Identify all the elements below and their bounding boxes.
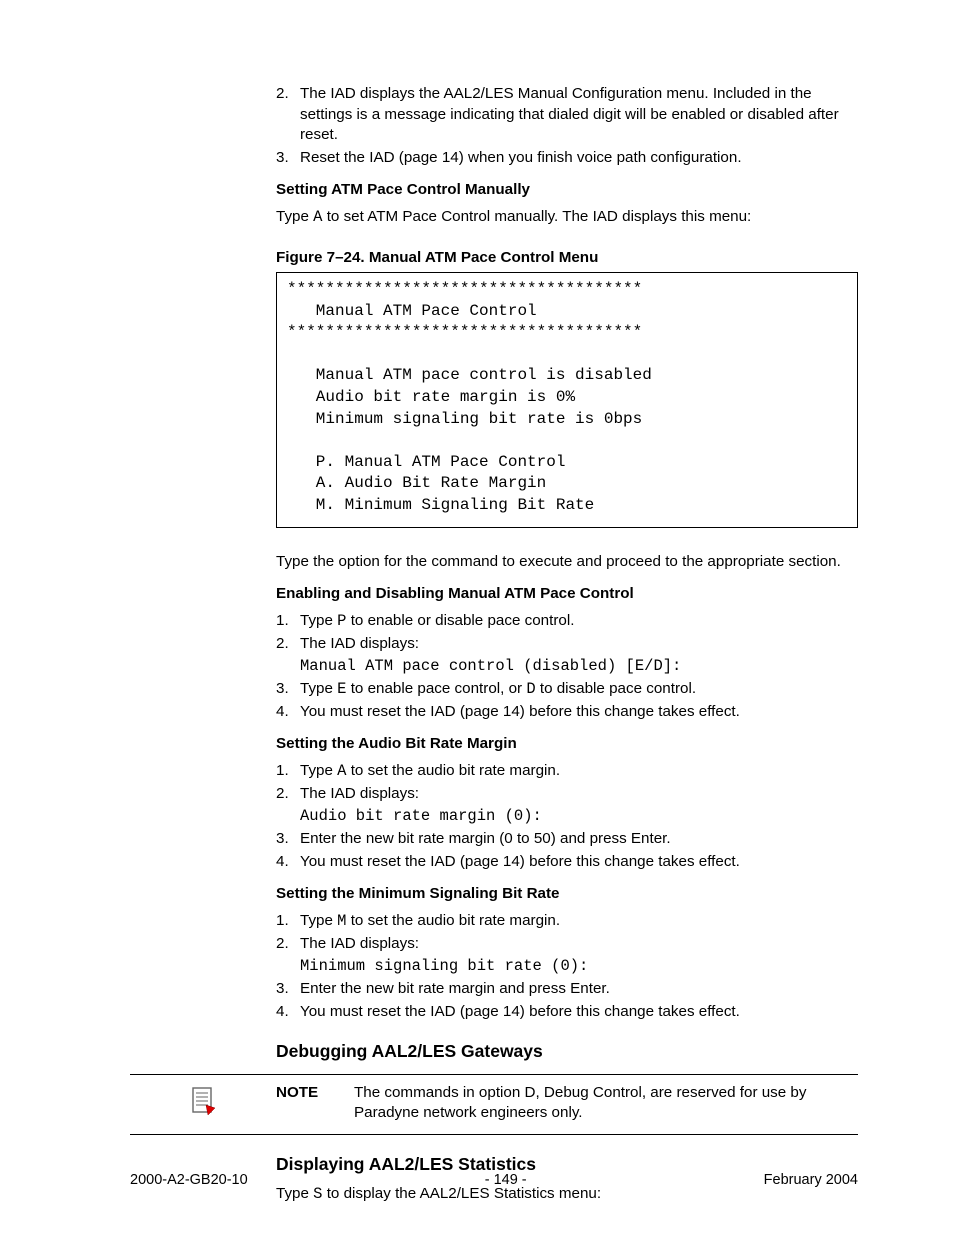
code-key: D [526,680,535,698]
list-item: 1. Type A to set the audio bit rate marg… [276,761,858,782]
list-number: 1. [276,911,300,932]
list-item: 4. You must reset the IAD (page 14) befo… [276,702,858,723]
list-text: The IAD displays: Minimum signaling bit … [300,934,858,977]
list-item: 2. The IAD displays: Audio bit rate marg… [276,784,858,827]
text: The IAD displays: [300,635,419,652]
text: to enable pace control, or [346,680,526,697]
code-output: Audio bit rate margin (0): [300,806,858,827]
list-text: Reset the IAD (page 14) when you finish … [300,148,858,169]
list-item: 3. Enter the new bit rate margin and pre… [276,979,858,1000]
list-number: 3. [276,979,300,1000]
list-item: 4. You must reset the IAD (page 14) befo… [276,1002,858,1023]
code-box-menu: ************************************* Ma… [276,272,858,528]
text: to set ATM Pace Control manually. The IA… [322,208,751,225]
list-number: 2. [276,84,300,146]
note-label: NOTE [276,1083,354,1104]
paragraph: Type A to set ATM Pace Control manually.… [276,207,858,228]
text: to disable pace control. [536,680,696,697]
list-text: You must reset the IAD (page 14) before … [300,1002,858,1023]
list-number: 2. [276,784,300,827]
heading-enable-disable: Enabling and Disabling Manual ATM Pace C… [276,584,858,605]
footer-doc-id: 2000-A2-GB20-10 [130,1171,248,1191]
list-text: The IAD displays the AAL2/LES Manual Con… [300,84,858,146]
text: Type [300,680,337,697]
list-number: 4. [276,1002,300,1023]
code-output: Manual ATM pace control (disabled) [E/D]… [300,656,858,677]
list-text: Type M to set the audio bit rate margin. [300,911,858,932]
list-item: 3. Enter the new bit rate margin (0 to 5… [276,829,858,850]
text: The IAD displays: [300,785,419,802]
list-text: Type P to enable or disable pace control… [300,611,858,632]
list-text: Enter the new bit rate margin and press … [300,979,858,1000]
list-number: 4. [276,852,300,873]
list-text: Type A to set the audio bit rate margin. [300,761,858,782]
text: Type [276,208,313,225]
text: to set the audio bit rate margin. [346,762,560,779]
heading-debugging: Debugging AAL2/LES Gateways [276,1040,858,1064]
list-item: 1. Type P to enable or disable pace cont… [276,611,858,632]
note-icon [188,1085,218,1117]
list-number: 4. [276,702,300,723]
text: to set the audio bit rate margin. [346,912,560,929]
list-item: 3. Type E to enable pace control, or D t… [276,679,858,700]
heading-audio: Setting the Audio Bit Rate Margin [276,734,858,755]
list-text: The IAD displays: Audio bit rate margin … [300,784,858,827]
list-number: 3. [276,829,300,850]
list-text: Type E to enable pace control, or D to d… [300,679,858,700]
list-number: 2. [276,634,300,677]
list-number: 3. [276,679,300,700]
text: Type [300,612,337,629]
list-item: 1. Type M to set the audio bit rate marg… [276,911,858,932]
text: to enable or disable pace control. [346,612,574,629]
paragraph: Type the option for the command to execu… [276,552,858,573]
list-text: You must reset the IAD (page 14) before … [300,702,858,723]
text: Type [300,762,337,779]
heading-min-signaling: Setting the Minimum Signaling Bit Rate [276,884,858,905]
text: The IAD displays: [300,935,419,952]
list-number: 1. [276,761,300,782]
note-text: The commands in option D, Debug Control,… [354,1083,858,1124]
code-output: Minimum signaling bit rate (0): [300,956,858,977]
list-number: 3. [276,148,300,169]
list-number: 2. [276,934,300,977]
list-item: 4. You must reset the IAD (page 14) befo… [276,852,858,873]
footer-page-number: - 149 - [485,1171,527,1191]
list-item: 2. The IAD displays: Minimum signaling b… [276,934,858,977]
list-number: 1. [276,611,300,632]
figure-caption: Figure 7–24. Manual ATM Pace Control Men… [276,248,858,269]
list-item: 3. Reset the IAD (page 14) when you fini… [276,148,858,169]
list-item: 2. The IAD displays the AAL2/LES Manual … [276,84,858,146]
text: Type [300,912,337,929]
list-item: 2. The IAD displays: Manual ATM pace con… [276,634,858,677]
heading-setting-atm: Setting ATM Pace Control Manually [276,180,858,201]
note-block: NOTE The commands in option D, Debug Con… [130,1074,858,1135]
page-footer: 2000-A2-GB20-10 - 149 - February 2004 [130,1171,858,1191]
footer-date: February 2004 [764,1171,858,1191]
list-text: Enter the new bit rate margin (0 to 50) … [300,829,858,850]
list-text: You must reset the IAD (page 14) before … [300,852,858,873]
list-text: The IAD displays: Manual ATM pace contro… [300,634,858,677]
